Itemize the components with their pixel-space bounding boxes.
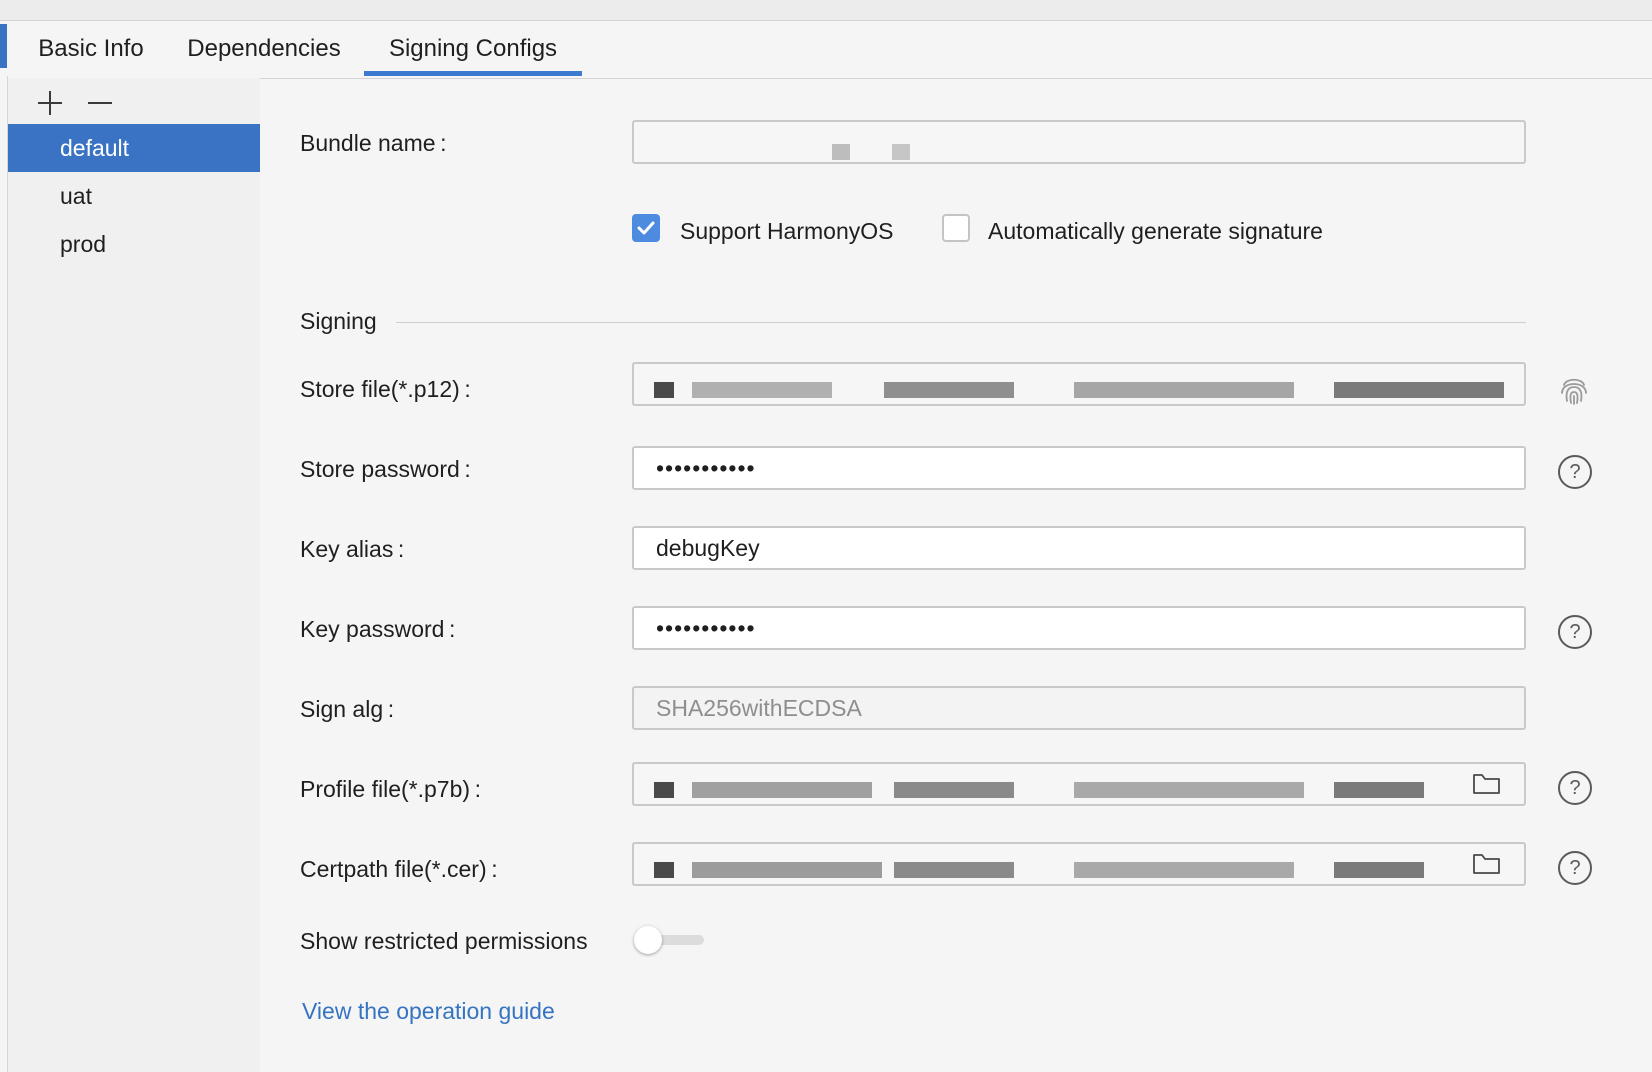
sidebar-item-uat[interactable]: uat <box>8 172 260 220</box>
redacted-text <box>654 782 674 798</box>
tab-dependencies[interactable]: Dependencies <box>172 22 356 76</box>
auto-sign-checkbox[interactable] <box>942 214 970 242</box>
signing-section-title: Signing <box>300 308 377 334</box>
redacted-text <box>692 382 832 398</box>
window-title-strip <box>0 0 1652 21</box>
auto-sign-label: Automatically generate signature <box>988 218 1323 244</box>
config-sidebar: default uat prod <box>8 78 260 1072</box>
folder-icon[interactable] <box>1472 852 1502 876</box>
profile-file-field[interactable] <box>632 762 1526 806</box>
restricted-permissions-label: Show restricted permissions <box>300 928 588 954</box>
tab-bar: Basic Info Dependencies Signing Configs <box>8 22 1652 79</box>
remove-config-button[interactable] <box>82 86 116 120</box>
check-icon <box>637 221 655 235</box>
question-circle-icon[interactable]: ? <box>1558 851 1592 885</box>
redacted-text <box>894 782 1014 798</box>
section-divider <box>396 322 1526 323</box>
fingerprint-icon[interactable] <box>1558 373 1590 407</box>
tab-signing-configs[interactable]: Signing Configs <box>364 22 582 76</box>
redacted-text <box>894 862 1014 878</box>
sign-alg-label: Sign alg : <box>300 696 395 722</box>
toggle-knob[interactable] <box>634 926 662 954</box>
key-password-field[interactable]: ••••••••••• <box>632 606 1526 650</box>
question-circle-icon[interactable]: ? <box>1558 455 1592 489</box>
profile-file-label: Profile file(*.p7b) : <box>300 776 482 802</box>
redacted-text <box>1334 382 1504 398</box>
redacted-text <box>692 782 872 798</box>
redacted-text <box>1074 862 1294 878</box>
store-file-field[interactable] <box>632 362 1526 406</box>
redacted-text <box>892 144 910 160</box>
certpath-file-field[interactable] <box>632 842 1526 886</box>
redacted-text <box>1334 862 1424 878</box>
store-password-label: Store password : <box>300 456 471 482</box>
folder-icon[interactable] <box>1472 772 1502 796</box>
sidebar-item-default[interactable]: default <box>8 124 260 172</box>
certpath-file-label: Certpath file(*.cer) : <box>300 856 498 882</box>
redacted-text <box>832 144 850 160</box>
support-harmonyos-checkbox[interactable] <box>632 214 660 242</box>
redacted-text <box>654 862 674 878</box>
store-password-field[interactable]: ••••••••••• <box>632 446 1526 490</box>
store-file-label: Store file(*.p12) : <box>300 376 471 402</box>
redacted-text <box>1334 782 1424 798</box>
redacted-text <box>1074 382 1294 398</box>
question-circle-icon[interactable]: ? <box>1558 615 1592 649</box>
redacted-text <box>692 862 882 878</box>
tab-basic-info[interactable]: Basic Info <box>22 22 160 76</box>
support-harmonyos-label: Support HarmonyOS <box>680 218 894 244</box>
key-alias-label: Key alias : <box>300 536 405 562</box>
operation-guide-link[interactable]: View the operation guide <box>302 998 555 1025</box>
question-circle-icon[interactable]: ? <box>1558 771 1592 805</box>
key-alias-field[interactable]: debugKey <box>632 526 1526 570</box>
sign-alg-field: SHA256withECDSA <box>632 686 1526 730</box>
redacted-text <box>884 382 1014 398</box>
redacted-text <box>1074 782 1304 798</box>
redacted-text <box>654 382 674 398</box>
key-password-label: Key password : <box>300 616 456 642</box>
sidebar-item-prod[interactable]: prod <box>8 220 260 268</box>
add-config-button[interactable] <box>32 86 66 120</box>
bundle-name-label: Bundle name : <box>300 130 447 156</box>
bundle-name-field[interactable] <box>632 120 1526 164</box>
active-panel-indicator <box>0 24 7 68</box>
